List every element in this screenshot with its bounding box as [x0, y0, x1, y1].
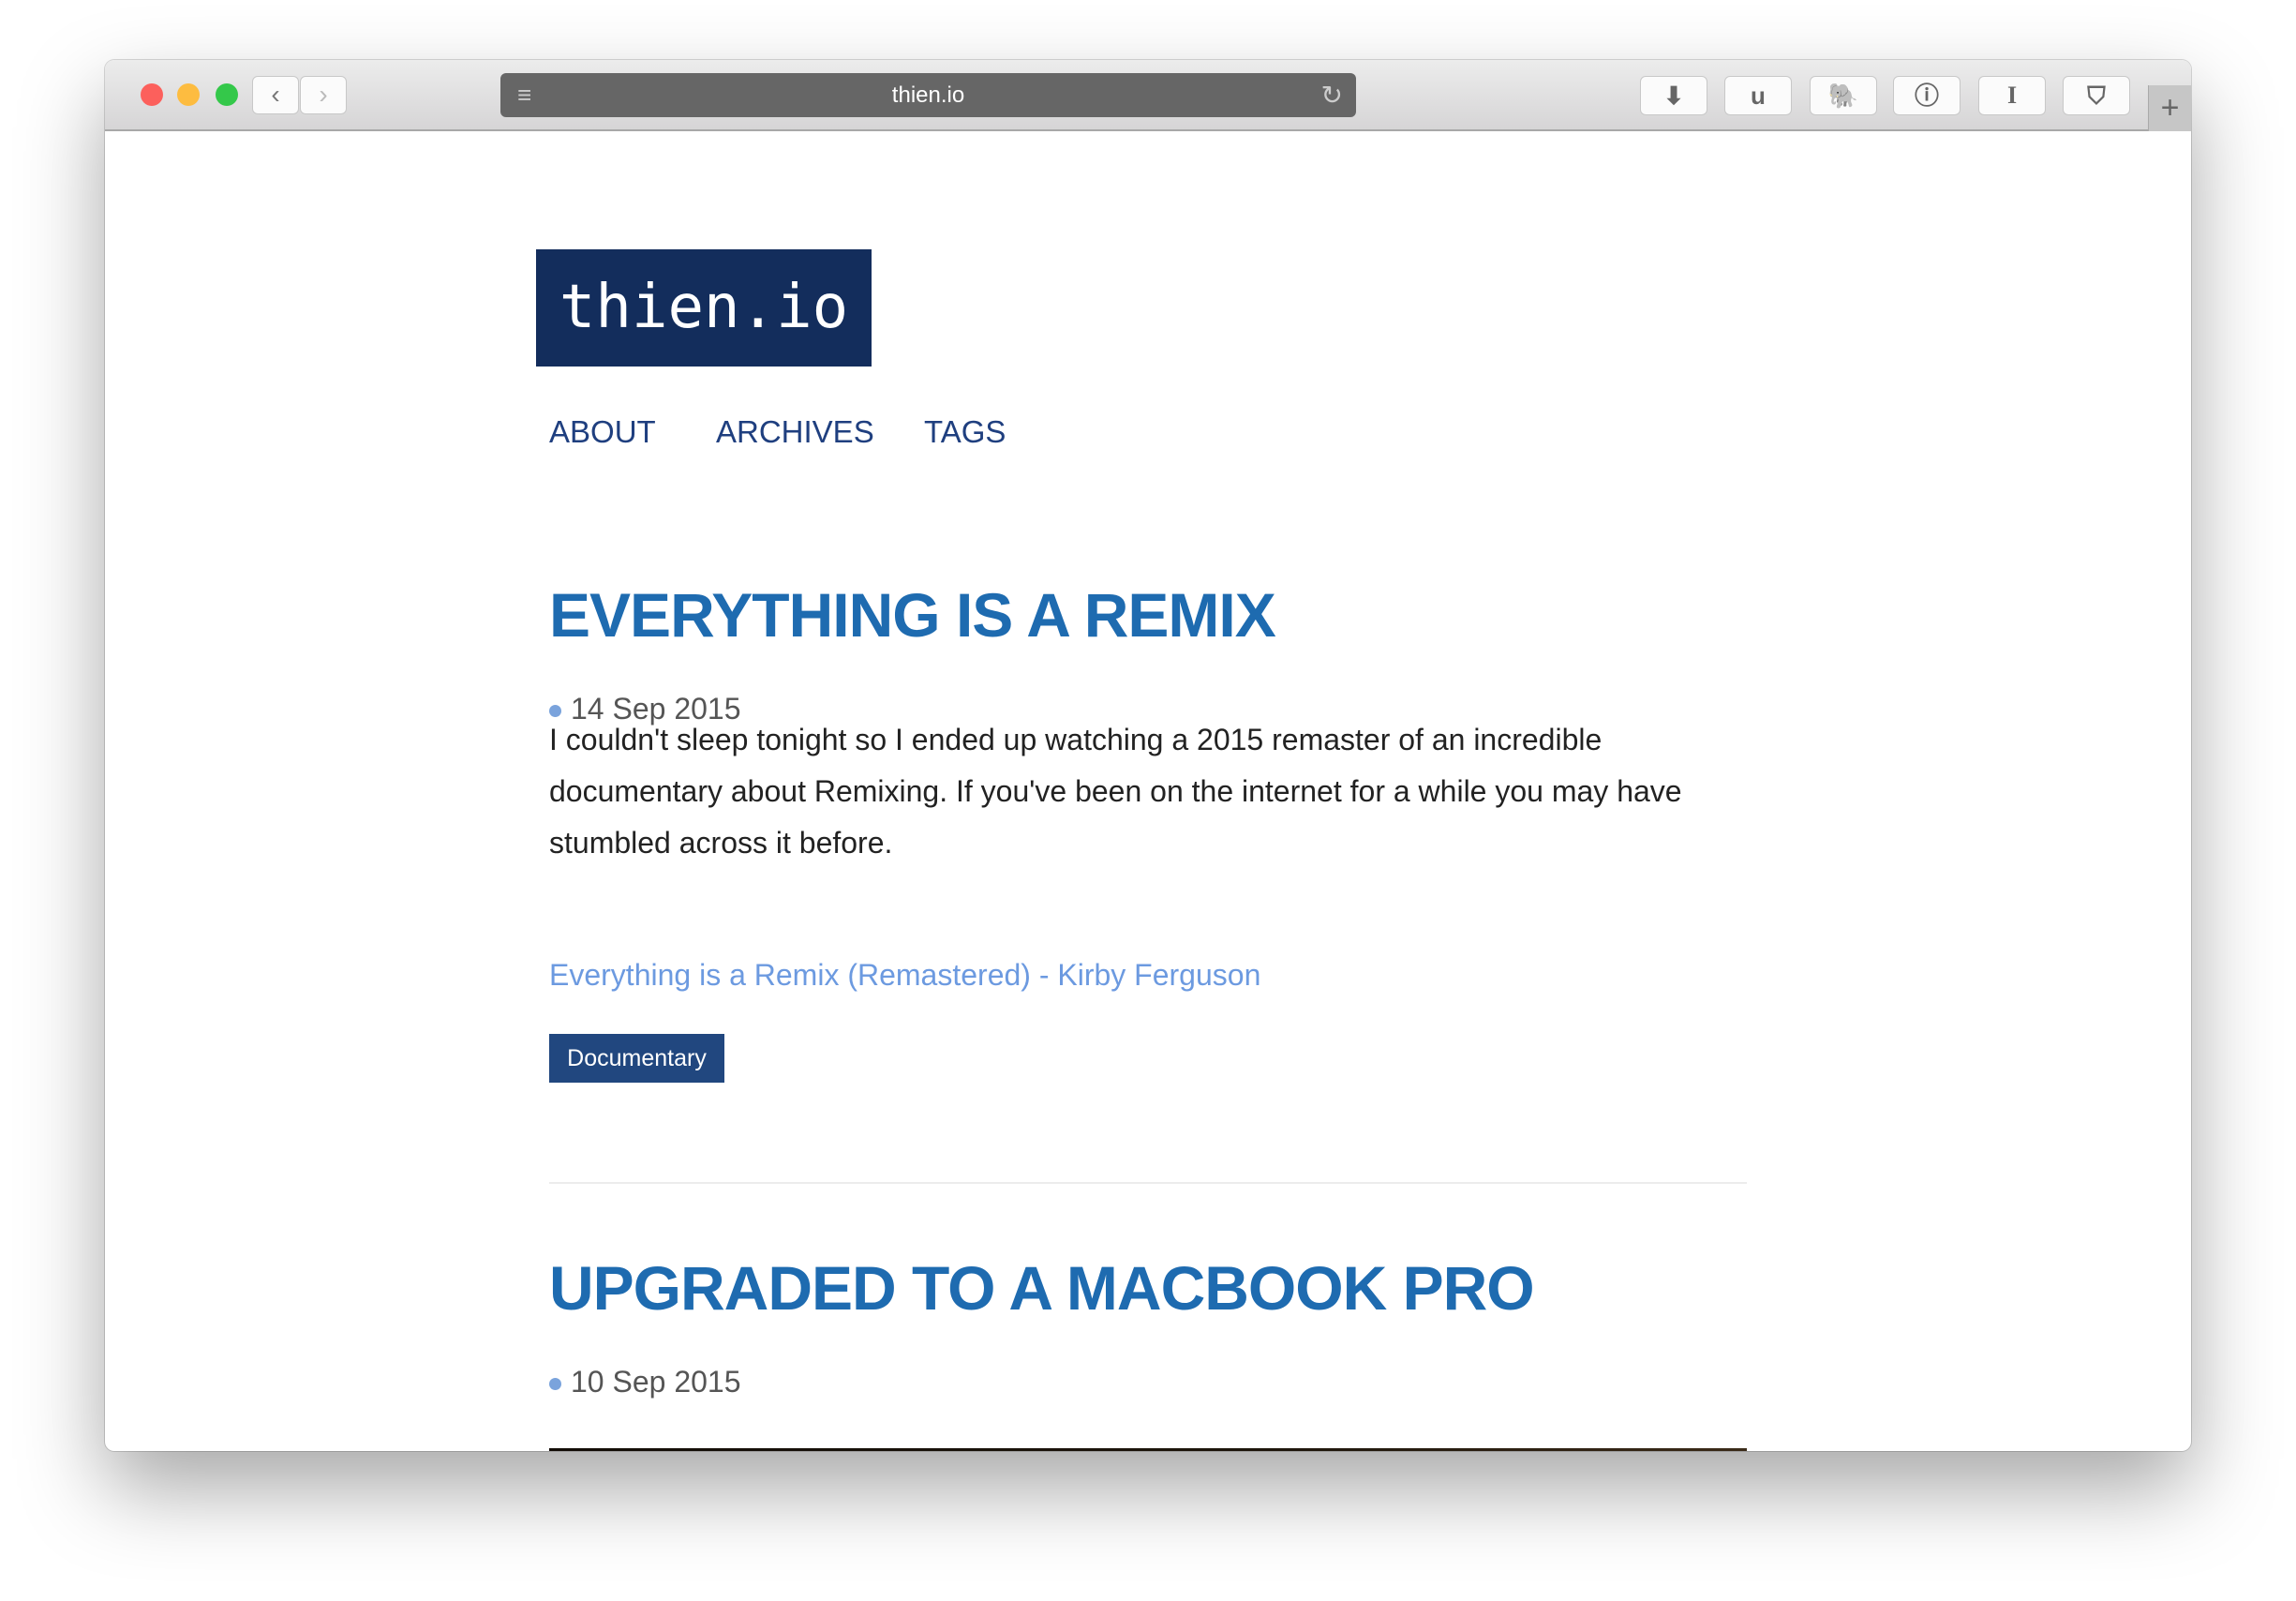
browser-window: ‹ › ≡ thien.io ↻ ⬇ u 🐘 ⓘ I ⛉ + thien.io …	[105, 60, 2191, 1451]
zoom-button[interactable]	[216, 83, 238, 106]
pocket-icon: ⛉	[2087, 82, 2106, 110]
post-title[interactable]: UPGRADED TO A MACBOOK PRO	[549, 1252, 1535, 1324]
new-tab-icon: +	[2160, 90, 2180, 126]
pocket-button[interactable]: ⛉	[2063, 76, 2130, 115]
post-excerpt: I couldn't sleep tonight so I ended up w…	[549, 723, 1682, 860]
browser-toolbar: ‹ › ≡ thien.io ↻ ⬇ u 🐘 ⓘ I ⛉ +	[105, 60, 2191, 131]
site-logo[interactable]: thien.io	[536, 249, 872, 367]
nav-tags[interactable]: TAGS	[924, 414, 1006, 450]
instapaper-button[interactable]: I	[1978, 76, 2046, 115]
page-content: thien.io ABOUT ARCHIVES TAGS EVERYTHING …	[105, 133, 2191, 1451]
bullet-icon	[549, 1378, 561, 1391]
ublock-button[interactable]: u	[1724, 76, 1792, 115]
download-button[interactable]: ⬇	[1640, 76, 1707, 115]
forward-icon: ›	[319, 80, 328, 109]
nav-archives[interactable]: ARCHIVES	[716, 414, 874, 450]
nav-about[interactable]: ABOUT	[549, 414, 656, 450]
ublock-icon: u	[1751, 82, 1766, 110]
download-icon: ⬇	[1663, 82, 1684, 110]
address-bar[interactable]: ≡ thien.io ↻	[500, 73, 1356, 117]
tag-documentary[interactable]: Documentary	[549, 1034, 724, 1083]
post-date: 10 Sep 2015	[549, 1365, 741, 1399]
back-button[interactable]: ‹	[252, 76, 299, 114]
post-date-text: 10 Sep 2015	[571, 1365, 741, 1399]
minimize-button[interactable]	[177, 83, 200, 106]
divider	[549, 1182, 1747, 1184]
post-title[interactable]: EVERYTHING IS A REMIX	[549, 579, 1276, 651]
new-tab-button[interactable]: +	[2148, 85, 2191, 131]
1password-button[interactable]: ⓘ	[1893, 76, 1961, 115]
instapaper-icon: I	[2006, 82, 2018, 109]
evernote-button[interactable]: 🐘	[1810, 76, 1877, 115]
close-button[interactable]	[141, 83, 163, 106]
back-icon: ‹	[271, 80, 280, 109]
reload-icon[interactable]: ↻	[1321, 73, 1343, 117]
evernote-icon: 🐘	[1827, 82, 1859, 110]
forward-button[interactable]: ›	[300, 76, 347, 114]
post-link[interactable]: Everything is a Remix (Remastered) - Kir…	[549, 958, 1260, 993]
post-image	[549, 1448, 1747, 1451]
url-text: thien.io	[891, 82, 965, 108]
1password-icon: ⓘ	[1914, 82, 1939, 110]
reader-icon[interactable]: ≡	[517, 73, 531, 117]
